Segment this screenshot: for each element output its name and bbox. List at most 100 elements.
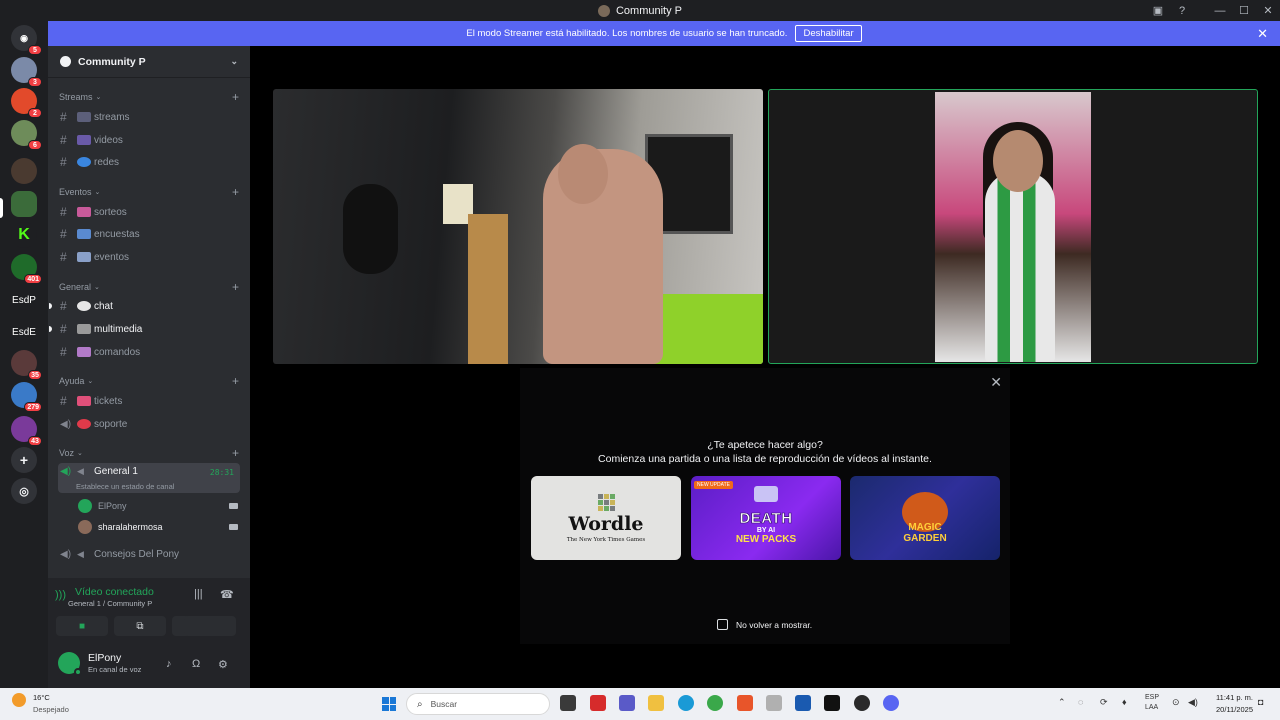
disable-streamer-button[interactable]: Deshabilitar [795,25,862,42]
headphones-icon[interactable]: Ω [192,658,200,670]
maximize-button[interactable]: ☐ [1232,0,1256,21]
server-icon[interactable]: 3 [11,57,42,87]
dont-show-again[interactable]: No volver a mostrar. [717,619,812,630]
add-channel-icon[interactable]: + [232,185,239,199]
activity-card-death-by-ai[interactable]: NEW UPDATE DEATH BY AI NEW PACKS [691,476,841,560]
file-explorer-icon[interactable] [648,695,664,711]
category-general[interactable]: General ⌄ + [59,280,239,294]
volume-icon[interactable]: ◀) [1188,697,1198,708]
discord-icon[interactable] [883,695,899,711]
server-icon[interactable] [11,158,37,184]
server-icon[interactable]: 401 [11,254,42,284]
channel-streams[interactable]: # streams [58,107,240,127]
screen-share-button[interactable]: ⧉ [114,616,166,636]
video-tile-sharalahermosa[interactable] [768,89,1258,364]
minimize-button[interactable]: — [1208,0,1232,21]
teams-icon[interactable] [619,695,635,711]
channel-chat[interactable]: # chat [49,296,240,316]
edge-icon[interactable] [678,695,694,711]
server-text-icon[interactable]: EsdP [9,287,39,313]
obs-icon[interactable] [854,695,870,711]
tray-icon[interactable]: ♦ [1122,697,1127,707]
app-icon[interactable] [766,695,782,711]
server-icon[interactable]: 6 [11,120,42,150]
app-icon[interactable] [795,695,811,711]
close-icon[interactable]: ✕ [1257,26,1268,42]
voice-channel-consejos[interactable]: ◀) ◀ Consejos Del Pony [58,544,240,564]
help-icon[interactable]: ? [1170,0,1194,21]
channel-redes[interactable]: # redes [58,152,240,172]
server-text-icon[interactable]: EsdE [9,319,39,345]
soundboard-button[interactable] [184,616,236,636]
activity-card-wordle[interactable]: Wordle The New York Times Games [531,476,681,560]
category-label: Eventos [59,187,92,197]
server-icon[interactable]: 279 [11,382,42,412]
chevron-up-icon[interactable]: ⌃ [1058,697,1066,708]
close-button[interactable]: ✕ [1256,0,1280,21]
user-name[interactable]: ElPony [88,652,121,664]
checkbox[interactable] [717,619,728,630]
channel-emoji-icon [77,229,91,239]
category-eventos[interactable]: Eventos ⌄ + [59,185,239,199]
voice-channel-general-1[interactable]: ◀) ◀ General 1 28:31 Establece un estado… [58,463,240,493]
channel-soporte[interactable]: ◀) soporte [58,414,240,434]
channel-tickets[interactable]: # tickets [58,391,240,411]
gear-icon[interactable]: ⚙ [218,658,228,671]
notification-icon[interactable]: ◘ [1258,697,1263,707]
noise-suppression-icon[interactable]: ||| [194,588,203,600]
clock-time[interactable]: 11:41 p. m. [1207,693,1253,702]
category-voz[interactable]: Voz ⌄ + [59,446,239,460]
chrome-icon[interactable] [707,695,723,711]
tradingview-icon[interactable] [824,695,840,711]
add-channel-icon[interactable]: + [232,280,239,294]
server-icon[interactable]: 43 [11,416,42,446]
server-icon[interactable]: 2 [11,88,42,118]
channel-comandos[interactable]: # comandos [58,342,240,362]
channel-sorteos[interactable]: # sorteos [58,202,240,222]
add-channel-icon[interactable]: + [232,374,239,388]
category-ayuda[interactable]: Ayuda ⌄ + [59,374,239,388]
inbox-icon[interactable]: ▣ [1146,0,1170,21]
close-icon[interactable]: ✕ [990,374,1002,391]
microphone-icon[interactable]: ♪ [166,658,172,670]
activity-card-magic-garden[interactable]: MAGIC GARDEN [850,476,1000,560]
channel-encuestas[interactable]: # encuestas [58,224,240,244]
channel-eventos[interactable]: # eventos [58,247,240,267]
kick-server-icon[interactable]: K [11,222,37,248]
weather-temp[interactable]: 16°C [33,693,50,702]
windows-taskbar: 16°C Despejado ⌕ Buscar ⌃ ◌ ⟳ ♦ ESP LAA … [0,688,1280,720]
channel-multimedia[interactable]: # multimedia [49,319,240,339]
tray-icon[interactable]: ◌ [1078,697,1083,707]
clock-date[interactable]: 20/11/2025 [1207,705,1253,714]
disconnect-icon[interactable]: ☎ [220,588,234,601]
add-server-icon[interactable]: + [11,447,37,473]
voice-user[interactable]: ElPony [78,497,240,515]
tray-icon[interactable]: ⟳ [1100,697,1108,708]
server-icon-active[interactable] [11,191,37,217]
voice-status[interactable]: Vídeo conectado [75,586,154,598]
add-channel-icon[interactable]: + [232,446,239,460]
network-icon[interactable]: ⊙ [1172,697,1180,708]
windows-start-icon[interactable] [382,697,396,711]
weather-icon[interactable] [12,693,26,707]
server-icon[interactable]: 35 [11,350,42,380]
brave-icon[interactable] [737,695,753,711]
channel-videos[interactable]: # videos [58,130,240,150]
video-tile-elpony[interactable] [273,89,763,364]
channel-status-hint[interactable]: Establece un estado de canal [76,482,174,491]
voice-user[interactable]: sharalahermosa [78,518,240,536]
weather-condition[interactable]: Despejado [33,705,69,714]
keyboard-layout[interactable]: LAA [1145,704,1158,711]
app-icon[interactable] [590,695,606,711]
add-channel-icon[interactable]: + [232,90,239,104]
server-header[interactable]: Community P ⌄ [48,46,250,78]
language-indicator[interactable]: ESP [1145,694,1159,701]
camera-button[interactable]: ■ [56,616,108,636]
voice-location[interactable]: General 1 / Community P [68,599,152,608]
discover-icon[interactable]: ◎ [11,478,37,504]
task-view-icon[interactable] [560,695,576,711]
category-streams[interactable]: Streams ⌄ + [59,90,239,104]
home-button[interactable]: ◉ 5 [11,25,42,55]
chevron-down-icon[interactable]: ⌄ [230,56,238,67]
taskbar-search[interactable]: ⌕ Buscar [406,693,550,715]
